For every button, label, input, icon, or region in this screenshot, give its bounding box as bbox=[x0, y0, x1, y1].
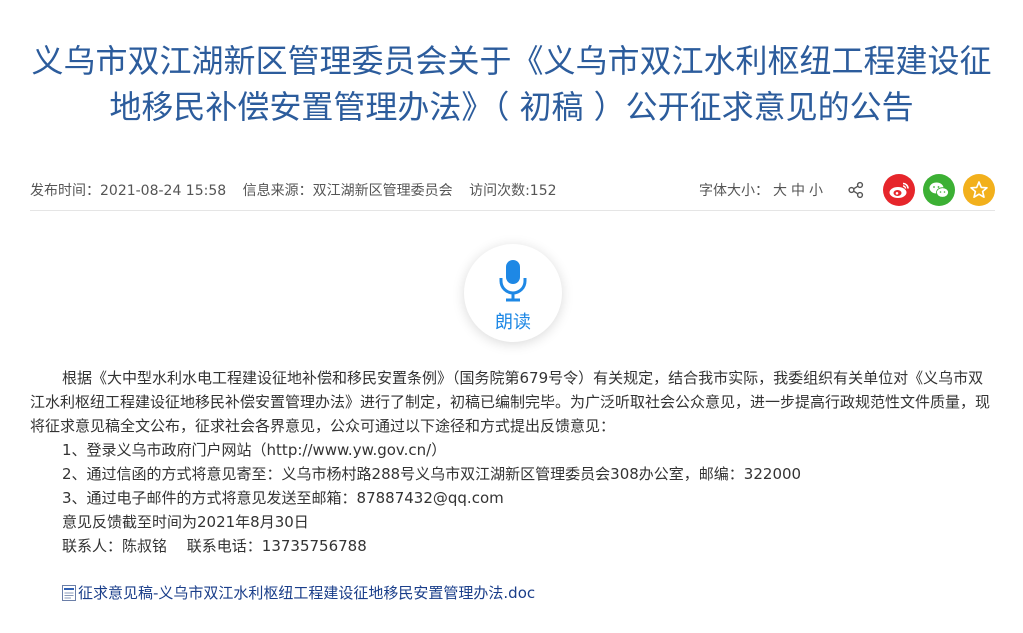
info-source: 信息来源：双江湖新区管理委员会 bbox=[242, 183, 453, 199]
page-title: 义乌市双江湖新区管理委员会关于《义乌市双江水利枢纽工程建设征地移民补偿安置管理办… bbox=[31, 42, 992, 126]
list-item: 2、通过信函的方式将意见寄至：义乌市杨村路288号义乌市双江湖新区管理委员会30… bbox=[62, 465, 802, 483]
microphone-icon bbox=[499, 260, 527, 302]
doc-file-icon bbox=[62, 584, 76, 601]
font-size-large-button[interactable]: 大 bbox=[773, 183, 787, 199]
contact-text: 联系人：陈叔铭 联系电话：13735756788 bbox=[62, 537, 367, 555]
list-item: 3、通过电子邮件的方式将意见发送至邮箱：87887432@qq.com bbox=[62, 489, 504, 507]
list-item: 1、登录义乌市政府门户网站（http://www.yw.gov.cn/） bbox=[62, 441, 447, 459]
publish-time: 发布时间：2021-08-24 15:58 bbox=[30, 183, 227, 199]
article-page: 义乌市双江湖新区管理委员会关于《义乌市双江水利枢纽工程建设征地移民补偿安置管理办… bbox=[0, 0, 1023, 633]
intro-paragraph: 根据《大中型水利水电工程建设征地补偿和移民安置条例》（国务院第679号令）有关规… bbox=[30, 369, 991, 435]
font-size-control: 字体大小：大中小 bbox=[699, 180, 823, 200]
font-size-label: 字体大小： bbox=[699, 183, 769, 199]
share-icon[interactable] bbox=[847, 181, 865, 199]
article-body: 根据《大中型水利水电工程建设征地补偿和移民安置条例》（国务院第679号令）有关规… bbox=[30, 366, 995, 558]
article-meta: 发布时间：2021-08-24 15:58 信息来源：双江湖新区管理委员会 访问… bbox=[30, 180, 569, 200]
read-aloud-label: 朗读 bbox=[495, 312, 531, 333]
article-toolbar: 字体大小：大中小 bbox=[699, 174, 995, 206]
font-size-small-button[interactable]: 小 bbox=[809, 183, 823, 199]
wechat-icon bbox=[929, 182, 949, 198]
attachment-filename[interactable]: 征求意见稿-义乌市双江水利枢纽工程建设征地移民安置管理办法.doc bbox=[78, 582, 535, 603]
deadline-text: 意见反馈截至时间为2021年8月30日 bbox=[62, 513, 309, 531]
weibo-share-button[interactable] bbox=[883, 174, 915, 206]
read-aloud-button[interactable]: 朗读 bbox=[464, 244, 562, 342]
weibo-icon bbox=[889, 182, 909, 198]
article-meta-bar: 发布时间：2021-08-24 15:58 信息来源：双江湖新区管理委员会 访问… bbox=[30, 172, 995, 211]
favorite-button[interactable] bbox=[963, 174, 995, 206]
font-size-medium-button[interactable]: 中 bbox=[791, 183, 805, 199]
visit-count: 访问次数:152 bbox=[469, 183, 557, 199]
attachment-link[interactable]: 征求意见稿-义乌市双江水利枢纽工程建设征地移民安置管理办法.doc bbox=[62, 582, 535, 603]
star-icon bbox=[970, 181, 988, 199]
wechat-share-button[interactable] bbox=[923, 174, 955, 206]
